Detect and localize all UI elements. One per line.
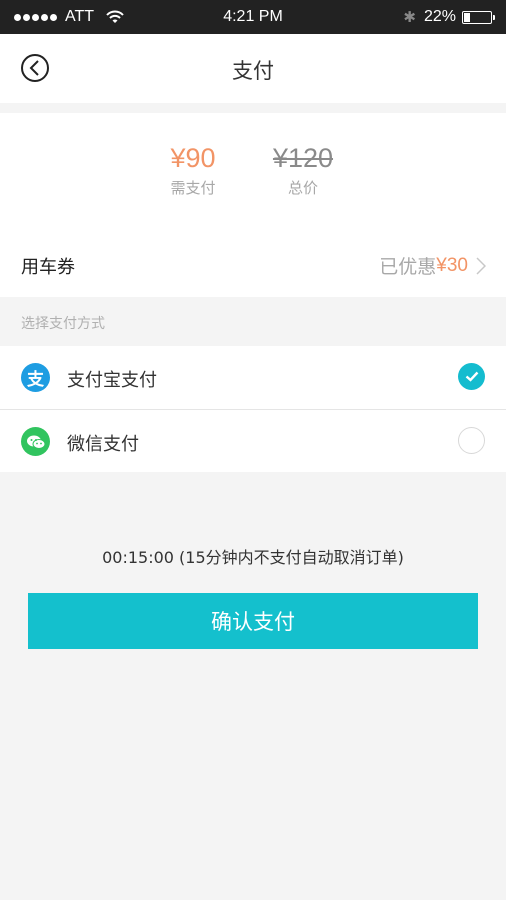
payment-method-wechat[interactable]: 微信支付 (0, 409, 506, 472)
wechat-icon (21, 427, 50, 456)
coupon-row[interactable]: 用车券 已优惠 ¥30 (0, 232, 506, 297)
page-title: 支付 (232, 59, 274, 83)
status-bar: ATT 4:21 PM ✱ 22% (0, 0, 506, 34)
payment-timer: 00:15:00 (15分钟内不支付自动取消订单) (0, 544, 506, 568)
battery-icon (462, 10, 495, 24)
radio-selected[interactable] (458, 363, 485, 390)
coupon-discount-amount: ¥30 (436, 254, 468, 276)
amount-due-label: 需支付 (170, 179, 216, 197)
timer-note: (15分钟内不支付自动取消订单) (179, 548, 404, 567)
total-price: ¥120 总价 (265, 143, 341, 198)
battery-fill (464, 12, 471, 22)
amount-due-value: ¥90 (170, 143, 216, 173)
alipay-icon: 支 (21, 363, 50, 392)
confirm-payment-button[interactable]: 确认支付 (28, 593, 478, 649)
coupon-label: 用车券 (21, 257, 75, 278)
payment-method-alipay[interactable]: 支 支付宝支付 (0, 346, 506, 409)
payment-method-list: 支 支付宝支付 微信支付 (0, 346, 506, 472)
radio-unselected[interactable] (458, 427, 485, 454)
payment-method-label: 支付宝支付 (67, 370, 157, 391)
coupon-discount: 已优惠 ¥30 (379, 252, 486, 279)
payment-method-label: 微信支付 (67, 434, 139, 455)
total-price-label: 总价 (287, 179, 318, 197)
countdown: 00:15:00 (102, 548, 174, 567)
amount-due: ¥90 需支付 (162, 143, 224, 198)
bluetooth-icon: ✱ (403, 9, 416, 26)
nav-bar: 支付 (0, 34, 506, 103)
total-price-value: ¥120 (272, 143, 334, 173)
battery-percent: 22% (423, 8, 456, 25)
payment-section-header: 选择支付方式 (21, 316, 105, 332)
price-summary: ¥90 需支付 ¥120 总价 用车券 已优惠 ¥30 (0, 113, 506, 297)
chevron-right-icon (476, 256, 486, 275)
coupon-discount-prefix: 已优惠 (379, 256, 437, 278)
status-right: ✱ 22% (403, 8, 495, 26)
check-icon (465, 371, 478, 382)
